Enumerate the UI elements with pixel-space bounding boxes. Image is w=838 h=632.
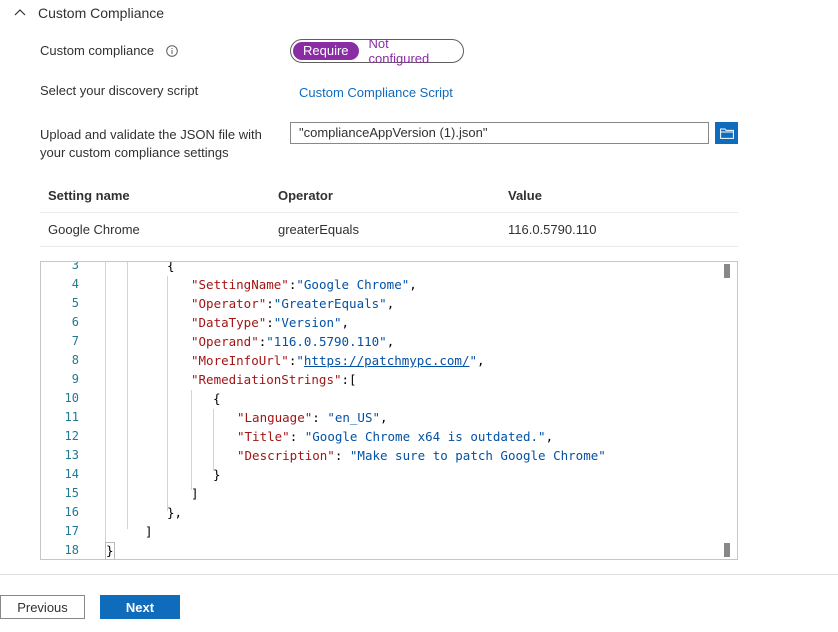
more-info-url-link[interactable]: https://patchmypc.com/ — [304, 353, 470, 368]
code-line: } — [106, 543, 114, 558]
line-number: 16 — [64, 505, 79, 519]
toggle-option-not-configured[interactable]: Not configured — [359, 36, 461, 66]
code-line: "DataType":"Version", — [191, 315, 350, 330]
line-number: 17 — [64, 524, 79, 538]
code-line: "Operand":"116.0.5790.110", — [191, 334, 395, 349]
line-number: 15 — [64, 486, 79, 500]
indent-guide — [191, 390, 192, 490]
require-toggle[interactable]: Require Not configured — [290, 36, 464, 66]
table-row-divider — [40, 246, 738, 247]
line-number: 3 — [71, 261, 79, 272]
line-number: 14 — [64, 467, 79, 481]
indent-guide — [127, 262, 128, 529]
discovery-script-label: Select your discovery script — [40, 83, 199, 98]
code-line: }, — [167, 505, 183, 520]
editor-scrollbar-bottom[interactable] — [724, 543, 730, 557]
code-line: "SettingName":"Google Chrome", — [191, 277, 417, 292]
code-line: "MoreInfoUrl":"https://patchmypc.com/", — [191, 353, 485, 368]
code-line: } — [213, 467, 221, 482]
line-number: 10 — [64, 391, 79, 405]
line-number: 4 — [71, 277, 79, 291]
line-number: 11 — [64, 410, 79, 424]
code-line: "Operator":"GreaterEquals", — [191, 296, 395, 311]
json-code-editor[interactable]: 3 4 5 6 7 8 9 10 11 12 13 14 15 16 17 18… — [40, 261, 738, 560]
line-number: 9 — [71, 372, 79, 386]
table-divider — [40, 212, 738, 213]
indent-guide — [167, 276, 168, 511]
info-icon[interactable] — [165, 45, 178, 57]
folder-icon — [719, 128, 734, 139]
indent-guide — [105, 262, 106, 548]
editor-scrollbar-top[interactable] — [724, 264, 730, 278]
code-line: "RemediationStrings":[ — [191, 372, 357, 387]
code-line: "Description": "Make sure to patch Googl… — [237, 448, 606, 463]
line-number: 18 — [64, 543, 79, 557]
column-header-operator[interactable]: Operator — [278, 180, 333, 212]
column-header-setting-name[interactable]: Setting name — [48, 180, 130, 212]
table-cell-operator: greaterEquals — [278, 222, 359, 237]
code-line: { — [213, 391, 221, 406]
line-number: 6 — [71, 315, 79, 329]
json-file-input[interactable]: "complianceAppVersion (1).json" — [290, 122, 709, 144]
line-number: 13 — [64, 448, 79, 462]
line-number: 7 — [71, 334, 79, 348]
footer-divider — [0, 574, 838, 575]
line-number: 12 — [64, 429, 79, 443]
custom-compliance-label: Custom compliance — [40, 42, 178, 60]
line-number: 8 — [71, 353, 79, 367]
line-number: 5 — [71, 296, 79, 310]
column-header-value[interactable]: Value — [508, 180, 542, 212]
toggle-option-require[interactable]: Require — [293, 42, 359, 60]
upload-label: Upload and validate the JSON file with y… — [40, 127, 262, 160]
code-line: ] — [191, 486, 199, 501]
previous-button[interactable]: Previous — [0, 595, 85, 619]
code-line: { — [167, 261, 175, 273]
indent-guide — [213, 409, 214, 471]
section-header-custom-compliance[interactable]: Custom Compliance — [14, 4, 164, 22]
table-cell-value: 116.0.5790.110 — [508, 222, 597, 237]
code-line: ] — [145, 524, 153, 539]
code-line: "Language": "en_US", — [237, 410, 388, 425]
custom-compliance-script-link[interactable]: Custom Compliance Script — [299, 85, 453, 100]
chevron-up-icon — [14, 9, 26, 16]
next-button[interactable]: Next — [100, 595, 180, 619]
browse-file-button[interactable] — [715, 122, 738, 144]
section-title: Custom Compliance — [38, 5, 165, 21]
table-cell-setting-name: Google Chrome — [48, 222, 140, 237]
code-line: "Title": "Google Chrome x64 is outdated.… — [237, 429, 554, 444]
